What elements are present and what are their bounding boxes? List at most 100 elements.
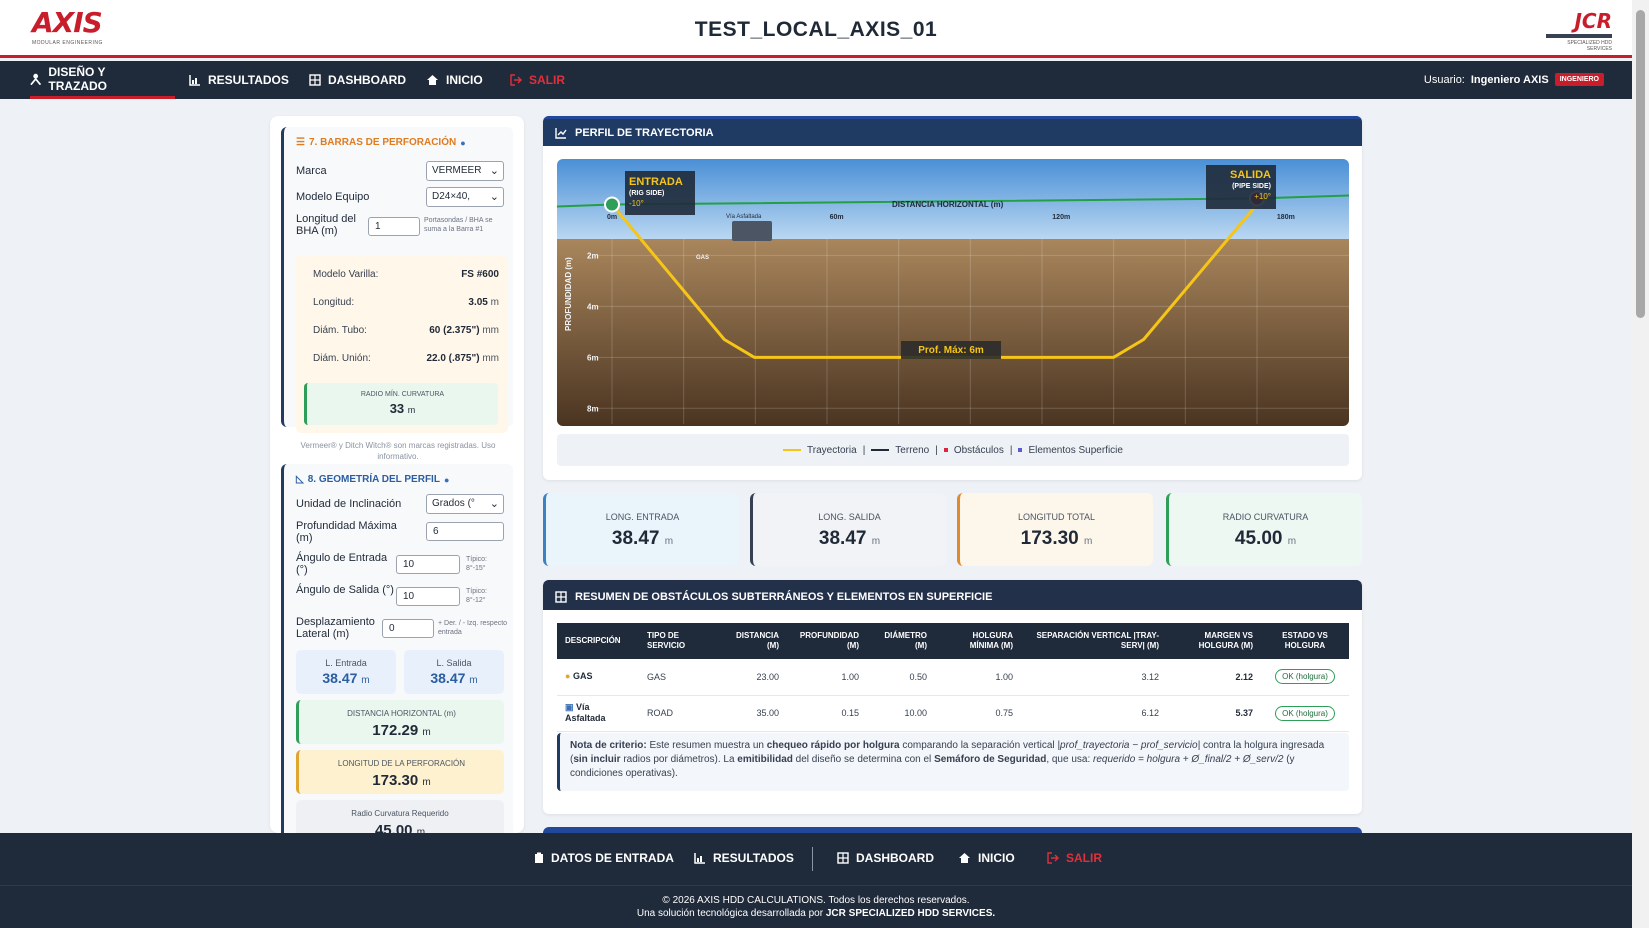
page-scrollbar[interactable] [1632, 0, 1649, 928]
nav-resultados[interactable]: RESULTADOS [189, 61, 289, 99]
credit-prefix: Una solución tecnológica desarrollada po… [636, 908, 826, 919]
x-tick-label: 60m [830, 214, 844, 221]
footer-nav-dashboard[interactable]: DASHBOARD [837, 851, 934, 865]
footer-nav-label: DATOS DE ENTRADA [551, 851, 674, 865]
footer-nav-datos[interactable]: DATOS DE ENTRADA [534, 851, 674, 865]
footer-navbar: DATOS DE ENTRADA RESULTADOS DASHBOARD IN… [0, 833, 1632, 886]
modelo-row: Modelo Equipo D24×40, ⌄ [296, 187, 508, 209]
cell-desc: ▣ Vía Asfaltada [557, 695, 639, 732]
copyright-text: © 2026 AXIS HDD CALCULATIONS. Todos los … [662, 895, 970, 906]
legend-elementos: Elementos Superficie [1028, 444, 1123, 456]
left-input-panel[interactable]: ☰ 7. BARRAS DE PERFORACIÓN ● Marca VERME… [270, 116, 524, 833]
nav-inicio[interactable]: INICIO [426, 61, 483, 99]
geometria-section: ◺ 8. GEOMETRÍA DEL PERFIL ● Unidad de In… [281, 464, 513, 833]
y-tick-label: 2m [587, 251, 599, 260]
unidad-select[interactable]: Grados (° ⌄ [426, 494, 504, 514]
cell-separacion: 3.12 [1021, 659, 1167, 696]
footer-nav-inicio[interactable]: INICIO [958, 851, 1015, 865]
kpi-unit: m [1084, 536, 1093, 547]
col-header: SEPARACIÓN VERTICAL |TRAY-SERV| (M) [1021, 623, 1167, 659]
marca-row: Marca VERMEER ⌄ [296, 161, 508, 183]
trajectory-svg: 0m 60m 120m 180m 2m 4m 6m 8m DISTANCIA HORIZONT… [557, 159, 1349, 426]
prof-max-input[interactable]: 6 [426, 522, 504, 541]
status-badge: OK (holgura) [1275, 669, 1335, 685]
obstaculos-card: RESUMEN DE OBSTÁCULOS SUBTERRÁNEOS Y ELE… [543, 580, 1362, 814]
unit: m [361, 675, 370, 686]
role-badge: INGENIERO [1554, 73, 1604, 86]
nav-label: SALIR [529, 73, 565, 87]
nav-label: RESULTADOS [208, 73, 289, 87]
footer-nav-salir[interactable]: SALIR [1047, 851, 1102, 865]
ang-entrada-input[interactable]: 10 [396, 555, 460, 574]
jcr-logo-bar [1546, 34, 1612, 38]
spec-value: 3.05 [468, 297, 488, 308]
legend-separator: | [862, 444, 866, 456]
table-row: ● GAS GAS 23.00 1.00 0.50 1.00 3.12 2.12… [557, 659, 1349, 696]
l-entrada-box: L. Entrada 38.47 m [296, 650, 396, 694]
cell-diam: 10.00 [867, 695, 935, 732]
col-header: HOLGURA MÍNIMA (M) [935, 623, 1021, 659]
road-icon: ▣ [565, 702, 574, 712]
nav-diseno-trazado[interactable]: DISEÑO Y TRAZADO [30, 61, 175, 99]
cell-holgura: 1.00 [935, 659, 1021, 696]
legend-terreno: Terreno [895, 444, 930, 456]
prof-row: Profundidad Máxima (m) 6 [296, 520, 508, 548]
kpi-value: 45.00 [1234, 528, 1283, 549]
dist-h-label: DISTANCIA HORIZONTAL (m) [347, 709, 456, 718]
modelo-select[interactable]: D24×40, ⌄ [426, 187, 504, 207]
gas-icon: ● [565, 671, 571, 682]
spec-union: Diám. Unión: 22.0 (.875") mm [313, 353, 499, 364]
kpi-label: RADIO CURVATURA [1222, 512, 1309, 522]
bha-input[interactable]: 1 [368, 217, 420, 236]
long-perf-value: 173.30 [372, 772, 419, 789]
home-icon [959, 853, 970, 863]
radio-requerido-box: Radio Curvatura Requerido 45.00 m [296, 800, 504, 833]
legend-swatch-obstaculos [943, 448, 948, 452]
salida-sub: (PIPE SIDE) [1232, 183, 1271, 190]
triangle-ruler-icon: ◺ [296, 474, 304, 485]
footer-nav-resultados[interactable]: RESULTADOS [694, 851, 794, 865]
unit: m [422, 727, 431, 738]
nav-dashboard[interactable]: DASHBOARD [309, 61, 406, 99]
ang-salida-input[interactable]: 10 [396, 587, 460, 606]
bha-label: Longitud del BHA (m) [296, 213, 356, 237]
entrada-label-box: ENTRADA (RIG SIDE) -10° [625, 171, 695, 215]
spec-unit: mm [482, 325, 499, 336]
kpi-value: 38.47 [818, 528, 867, 549]
gas-obstacle-label: GAS [696, 255, 709, 261]
modelo-value: D24×40, [432, 191, 471, 202]
nota-text: Este resumen muestra un [646, 740, 767, 751]
radio-min-unit: m [407, 405, 416, 415]
home-icon [427, 75, 438, 85]
unidad-label: Unidad de Inclinación [296, 498, 402, 510]
desp-lateral-input[interactable]: 0 [382, 619, 434, 638]
perfil-card: PERFIL DE TRAYECTORIA 0m 60m 120m 180m 2m 4m 6… [543, 116, 1362, 480]
salida-title: SALIDA [1230, 169, 1271, 181]
cell-separacion: 6.12 [1021, 695, 1167, 732]
table-row: ▣ Vía Asfaltada ROAD 35.00 0.15 10.00 0.… [557, 695, 1349, 732]
grid-icon [837, 852, 849, 864]
cell-desc: ● GAS [557, 659, 639, 696]
obstaculos-title: RESUMEN DE OBSTÁCULOS SUBTERRÁNEOS Y ELE… [575, 590, 993, 603]
top-header: AXIS MODULAR ENGINEERING TEST_LOCAL_AXIS… [0, 0, 1632, 58]
spec-unit: mm [482, 353, 499, 364]
obstaculos-card-header: RESUMEN DE OBSTÁCULOS SUBTERRÁNEOS Y ELE… [543, 580, 1362, 610]
barras-title-text: 7. BARRAS DE PERFORACIÓN [308, 137, 457, 148]
col-header: MARGEN VS HOLGURA (M) [1167, 623, 1261, 659]
nav-label: DASHBOARD [328, 73, 406, 87]
desp-row: Desplazamiento Lateral (m) 0 + Der. / - … [296, 616, 508, 644]
barras-section: ☰ 7. BARRAS DE PERFORACIÓN ● Marca VERME… [281, 127, 513, 433]
trajectory-chart[interactable]: 0m 60m 120m 180m 2m 4m 6m 8m DISTANCIA HORIZONT… [557, 159, 1349, 426]
x-tick-label: 0m [607, 214, 617, 221]
main-navbar: DISEÑO Y TRAZADO RESULTADOS DASHBOARD IN… [0, 61, 1632, 99]
l-entrada-label: L. Entrada [325, 658, 367, 668]
ang-salida-row: Ángulo de Salida (°) 10 Típico: 8°-12° [296, 584, 508, 612]
user-compass-icon [30, 73, 42, 85]
table-header-row: DESCRIPCIÓN TIPO DE SERVICIO DISTANCIA (… [557, 623, 1349, 659]
legend-swatch-trayectoria [783, 449, 802, 451]
scrollbar-thumb[interactable] [1636, 10, 1645, 318]
kpi-long-salida: LONG. SALIDA 38.47 m [750, 493, 946, 566]
nav-salir[interactable]: SALIR [510, 61, 565, 99]
marca-select[interactable]: VERMEER ⌄ [426, 161, 504, 181]
col-header: DESCRIPCIÓN [557, 623, 639, 659]
